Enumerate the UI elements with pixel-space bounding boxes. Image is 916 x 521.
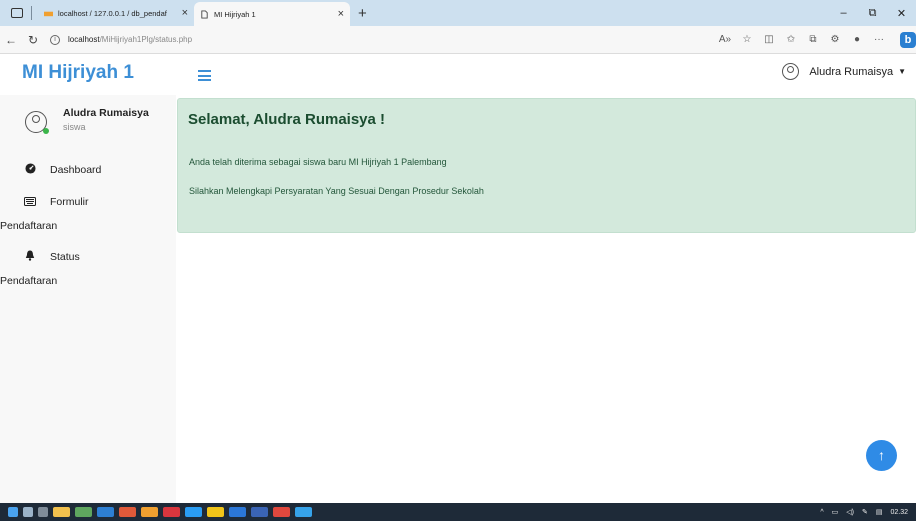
chevron-down-icon: ▼ — [898, 67, 906, 76]
bing-icon[interactable]: b — [900, 31, 916, 48]
pen-icon[interactable]: ✎ — [862, 508, 868, 516]
online-status-icon — [43, 128, 49, 134]
vscode-icon[interactable] — [229, 507, 246, 517]
url-field[interactable]: i localhost/MiHijriyah1Plg/status.php — [50, 34, 714, 45]
refresh-icon[interactable]: ↻ — [22, 33, 44, 47]
avatar — [25, 111, 49, 134]
search-icon[interactable] — [23, 507, 33, 517]
tray-chevron-icon[interactable]: ^ — [820, 509, 823, 516]
welcome-alert: Selamat, Aludra Rumaisya ! Anda telah di… — [177, 98, 916, 233]
taskbar-app-icon[interactable] — [207, 507, 224, 517]
url-path: /MiHijriyah1Plg/status.php — [99, 35, 193, 44]
bell-icon — [24, 250, 36, 263]
new-tab-icon[interactable]: + — [358, 5, 367, 22]
sidebar-item-label: Status — [50, 250, 80, 263]
chrome-icon[interactable] — [185, 507, 202, 517]
address-bar: ← ↻ i localhost/MiHijriyah1Plg/status.ph… — [0, 26, 916, 54]
sidebar-item-label-cont: Pendaftaran — [0, 220, 58, 232]
collections-icon[interactable]: ⧉ — [802, 34, 824, 45]
arrow-up-icon: ↑ — [878, 447, 885, 463]
sidebar-item-formulir[interactable]: Formulir Pendaftaran — [0, 196, 176, 232]
taskbar-clock[interactable]: 02.32 — [890, 509, 908, 516]
window-icon[interactable] — [11, 8, 23, 18]
taskbar-app-icon[interactable] — [75, 507, 92, 517]
tab-title: MI Hijriyah 1 — [214, 9, 256, 19]
browser-toolbar: A» ☆ ◫ ✩ ⧉ ⚙ ● ··· — [714, 34, 890, 45]
info-icon[interactable]: i — [50, 34, 60, 45]
back-icon[interactable]: ← — [0, 33, 22, 47]
menu-icon[interactable] — [198, 70, 211, 81]
read-aloud-icon[interactable]: A» — [714, 34, 736, 45]
header-user-name: Aludra Rumaisya — [809, 65, 894, 78]
taskbar-apps — [8, 507, 317, 517]
user-menu[interactable]: Aludra Rumaisya ▼ — [782, 63, 906, 80]
minimize-icon[interactable]: – — [829, 7, 858, 19]
page-icon — [201, 9, 208, 19]
file-explorer-icon[interactable] — [53, 507, 70, 517]
welcome-message-line2: Silahkan Melengkapi Persyaratan Yang Ses… — [189, 186, 484, 196]
volume-icon[interactable]: ◁) — [846, 508, 854, 516]
close-window-icon[interactable]: ✕ — [887, 7, 916, 20]
taskbar-app-icon[interactable] — [163, 507, 180, 517]
taskbar-app-icon[interactable] — [273, 507, 290, 517]
close-icon[interactable]: × — [338, 8, 344, 20]
dashboard-icon — [24, 163, 36, 176]
notification-icon[interactable]: ▤ — [876, 508, 883, 516]
sidebar-item-label-cont: Pendaftaran — [0, 275, 58, 287]
word-icon[interactable] — [251, 507, 268, 517]
main-content: Selamat, Aludra Rumaisya ! Anda telah di… — [177, 95, 916, 503]
brand-title[interactable]: MI Hijriyah 1 — [22, 62, 134, 84]
sidebar-profile: Aludra Rumaisya siswa — [25, 107, 149, 134]
system-tray: ^ ▭ ◁) ✎ ▤ 02.32 — [812, 503, 908, 521]
close-icon[interactable]: × — [182, 7, 188, 19]
tab-separator — [31, 6, 32, 20]
split-screen-icon[interactable]: ◫ — [758, 34, 780, 45]
sidebar-item-label: Dashboard — [50, 163, 102, 176]
sidebar-item-dashboard[interactable]: Dashboard — [0, 163, 176, 176]
window-controls: – ⧉ ✕ — [829, 0, 916, 26]
url-host: localhost — [68, 35, 100, 44]
windows-taskbar: ^ ▭ ◁) ✎ ▤ 02.32 — [0, 503, 916, 521]
profile-icon[interactable]: ● — [846, 34, 868, 45]
taskbar-app-icon[interactable] — [119, 507, 136, 517]
profile-role: siswa — [63, 122, 86, 132]
taskbar-app-icon[interactable] — [295, 507, 312, 517]
browser-tab-phpmyadmin[interactable]: localhost / 127.0.0.1 / db_pendaf × — [38, 1, 194, 25]
favorite-star-icon[interactable]: ☆ — [736, 34, 758, 45]
scroll-to-top-button[interactable]: ↑ — [866, 440, 897, 471]
edge-icon[interactable] — [97, 507, 114, 517]
task-view-icon[interactable] — [38, 507, 48, 517]
sidebar-item-status[interactable]: Status Pendaftaran — [0, 250, 176, 287]
browser-tab-bar: localhost / 127.0.0.1 / db_pendaf × MI H… — [0, 0, 916, 26]
keyboard-icon — [24, 196, 36, 208]
xampp-icon[interactable] — [141, 507, 158, 517]
welcome-heading: Selamat, Aludra Rumaisya ! — [188, 111, 386, 128]
welcome-message-line1: Anda telah diterima sebagai siswa baru M… — [189, 157, 447, 167]
browser-tab-active[interactable]: MI Hijriyah 1 × — [194, 2, 350, 26]
tab-title: localhost / 127.0.0.1 / db_pendaf — [58, 8, 167, 18]
restore-icon[interactable]: ⧉ — [858, 7, 887, 20]
extensions-icon[interactable]: ⚙ — [824, 34, 846, 45]
profile-name: Aludra Rumaisya — [63, 107, 149, 119]
favorites-icon[interactable]: ✩ — [780, 34, 802, 45]
app: MI Hijriyah 1 Aludra Rumaisya ▼ Aludra R… — [0, 55, 916, 503]
more-icon[interactable]: ··· — [868, 34, 890, 45]
user-icon — [782, 63, 800, 80]
battery-icon[interactable]: ▭ — [832, 508, 839, 516]
start-icon[interactable] — [8, 507, 18, 517]
phpmyadmin-favicon-icon — [44, 11, 53, 16]
sidebar-item-label: Formulir — [50, 196, 89, 208]
sidebar: Aludra Rumaisya siswa Dashboard Formulir… — [0, 95, 176, 503]
